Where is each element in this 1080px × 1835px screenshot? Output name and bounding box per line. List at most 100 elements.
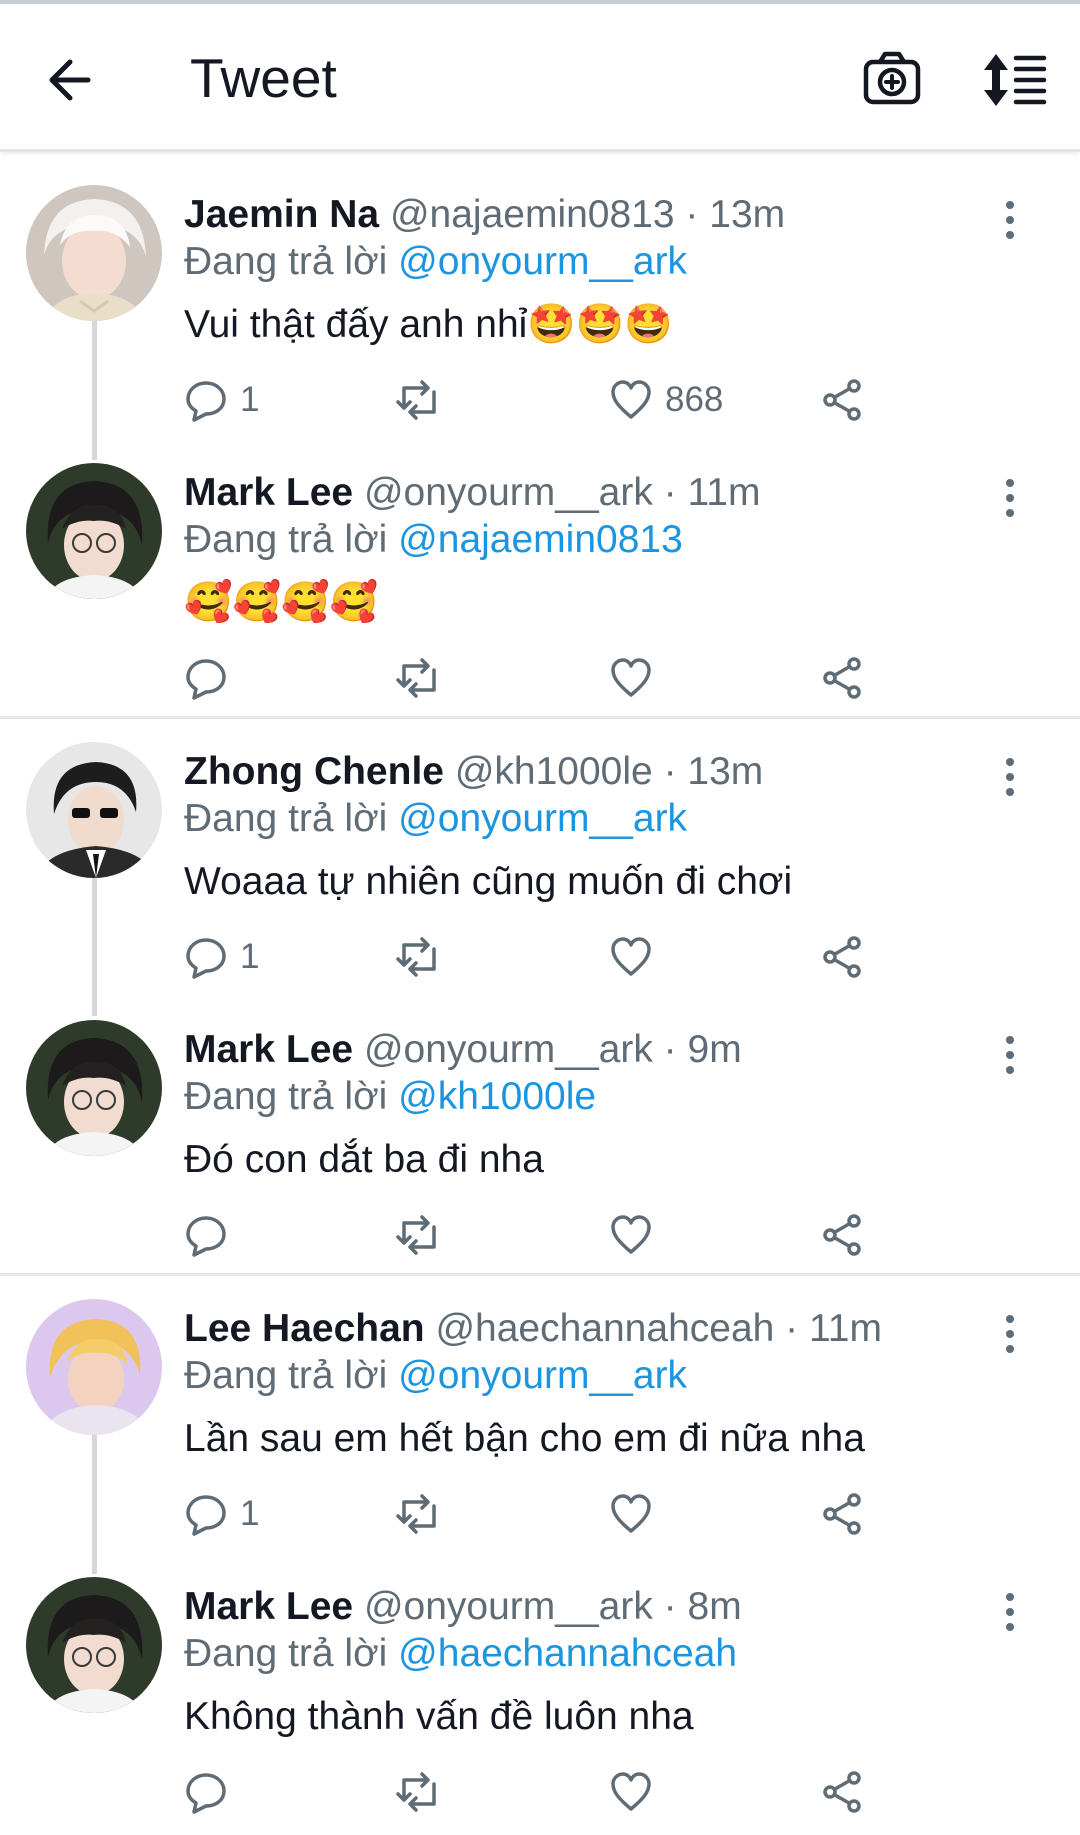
- mention-link[interactable]: @haechannahceah: [398, 1632, 737, 1675]
- reply-button[interactable]: [184, 1210, 240, 1260]
- reply-button[interactable]: 1: [184, 1489, 259, 1539]
- share-button[interactable]: [820, 1210, 864, 1260]
- heart-icon: [611, 658, 651, 697]
- reply-icon: [186, 938, 226, 979]
- avatar[interactable]: [26, 742, 162, 878]
- tweet[interactable]: Mark Lee @onyourm__ark · 11m Đang trả lờ…: [0, 443, 1080, 721]
- tweet-header: Mark Lee @onyourm__ark · 11m: [184, 470, 761, 516]
- heart-icon: [611, 1494, 651, 1533]
- separator-dot: ·: [663, 750, 677, 793]
- more-options-button[interactable]: [990, 1030, 1030, 1080]
- display-name[interactable]: Jaemin Na: [184, 193, 379, 236]
- display-name[interactable]: Lee Haechan: [184, 1307, 425, 1350]
- tweet-text: 🥰🥰🥰🥰: [184, 581, 379, 624]
- tweet-text: Không thành vấn đề luôn nha: [184, 1695, 694, 1738]
- user-handle[interactable]: @onyourm__ark: [364, 471, 653, 514]
- more-options-button[interactable]: [990, 195, 1030, 245]
- retweet-icon: [396, 1494, 436, 1534]
- sort-icon: [984, 54, 1047, 106]
- reply-count: 1: [240, 937, 260, 976]
- mention-link[interactable]: @onyourm__ark: [398, 1354, 687, 1397]
- retweet-icon: [396, 1215, 436, 1255]
- more-vertical-icon: [1006, 758, 1014, 796]
- reply-button[interactable]: [184, 653, 240, 703]
- more-options-button[interactable]: [990, 1587, 1030, 1637]
- replying-to-label: Đang trả lời: [184, 518, 388, 561]
- timestamp: 8m: [687, 1585, 742, 1628]
- like-button[interactable]: 868: [609, 375, 723, 425]
- retweet-button[interactable]: [394, 1489, 444, 1539]
- timestamp: 9m: [687, 1028, 742, 1071]
- mention-link[interactable]: @onyourm__ark: [398, 797, 687, 840]
- tweet-actions: [184, 653, 904, 703]
- reply-icon: [186, 1495, 226, 1536]
- more-vertical-icon: [1006, 1593, 1014, 1631]
- display-name[interactable]: Mark Lee: [184, 1028, 353, 1071]
- retweet-button[interactable]: [394, 932, 444, 982]
- replying-to: Đang trả lời @onyourm__ark: [184, 796, 687, 842]
- share-icon: [823, 1214, 861, 1256]
- tweet[interactable]: Lee Haechan @haechannahceah · 11m Đang t…: [0, 1279, 1080, 1557]
- reply-button[interactable]: [184, 1767, 240, 1817]
- mention-link[interactable]: @onyourm__ark: [398, 240, 687, 283]
- avatar[interactable]: [26, 1577, 162, 1713]
- avatar[interactable]: [26, 1299, 162, 1435]
- tweet-text: Woaaa tự nhiên cũng muốn đi chơi: [184, 860, 793, 903]
- more-options-button[interactable]: [990, 752, 1030, 802]
- back-button[interactable]: [40, 44, 110, 114]
- like-button[interactable]: [609, 932, 665, 982]
- display-name[interactable]: Mark Lee: [184, 1585, 353, 1628]
- reply-button[interactable]: 1: [184, 932, 259, 982]
- share-button[interactable]: [820, 653, 864, 703]
- reply-icon: [186, 659, 226, 700]
- avatar[interactable]: [26, 1020, 162, 1156]
- reply-button[interactable]: 1: [184, 375, 259, 425]
- retweet-button[interactable]: [394, 1210, 444, 1260]
- avatar[interactable]: [26, 185, 162, 321]
- mention-link[interactable]: @kh1000le: [398, 1075, 596, 1118]
- share-button[interactable]: [820, 932, 864, 982]
- avatar[interactable]: [26, 463, 162, 599]
- user-handle[interactable]: @haechannahceah: [435, 1307, 774, 1350]
- more-vertical-icon: [1006, 1036, 1014, 1074]
- like-button[interactable]: [609, 1767, 665, 1817]
- app-header: Tweet: [0, 4, 1080, 152]
- tweet[interactable]: Mark Lee @onyourm__ark · 9m Đang trả lời…: [0, 1000, 1080, 1278]
- tweet[interactable]: Mark Lee @onyourm__ark · 8m Đang trả lời…: [0, 1557, 1080, 1835]
- display-name[interactable]: Zhong Chenle: [184, 750, 444, 793]
- user-handle[interactable]: @onyourm__ark: [364, 1585, 653, 1628]
- tweet-header: Jaemin Na @najaemin0813 · 13m: [184, 192, 785, 238]
- mention-link[interactable]: @najaemin0813: [398, 518, 683, 561]
- like-button[interactable]: [609, 1210, 665, 1260]
- more-options-button[interactable]: [990, 1309, 1030, 1359]
- tweet-text: Lần sau em hết bận cho em đi nữa nha: [184, 1417, 865, 1460]
- more-options-button[interactable]: [990, 473, 1030, 523]
- tweet[interactable]: Jaemin Na @najaemin0813 · 13m Đang trả l…: [0, 165, 1080, 443]
- tweet-actions: 1 868: [184, 375, 904, 425]
- like-button[interactable]: [609, 1489, 665, 1539]
- sort-button[interactable]: [980, 46, 1050, 116]
- share-button[interactable]: [820, 375, 864, 425]
- heart-icon: [611, 1772, 651, 1811]
- tweet-actions: [184, 1210, 904, 1260]
- retweet-button[interactable]: [394, 375, 444, 425]
- retweet-button[interactable]: [394, 1767, 444, 1817]
- share-button[interactable]: [820, 1767, 864, 1817]
- user-handle[interactable]: @onyourm__ark: [364, 1028, 653, 1071]
- share-button[interactable]: [820, 1489, 864, 1539]
- heart-icon: [611, 937, 651, 976]
- display-name[interactable]: Mark Lee: [184, 471, 353, 514]
- replying-to: Đang trả lời @onyourm__ark: [184, 1353, 687, 1399]
- camera-plus-icon: [863, 51, 921, 105]
- retweet-button[interactable]: [394, 653, 444, 703]
- tweet-actions: 1: [184, 932, 904, 982]
- camera-button[interactable]: [858, 46, 928, 116]
- tweet[interactable]: Zhong Chenle @kh1000le · 13m Đang trả lờ…: [0, 722, 1080, 1000]
- tweet-actions: [184, 1767, 904, 1817]
- user-handle[interactable]: @najaemin0813: [390, 193, 675, 236]
- reply-count: 1: [240, 380, 260, 419]
- like-button[interactable]: [609, 653, 665, 703]
- arrow-left-icon: [49, 59, 91, 101]
- separator-dot: ·: [685, 193, 699, 236]
- user-handle[interactable]: @kh1000le: [455, 750, 653, 793]
